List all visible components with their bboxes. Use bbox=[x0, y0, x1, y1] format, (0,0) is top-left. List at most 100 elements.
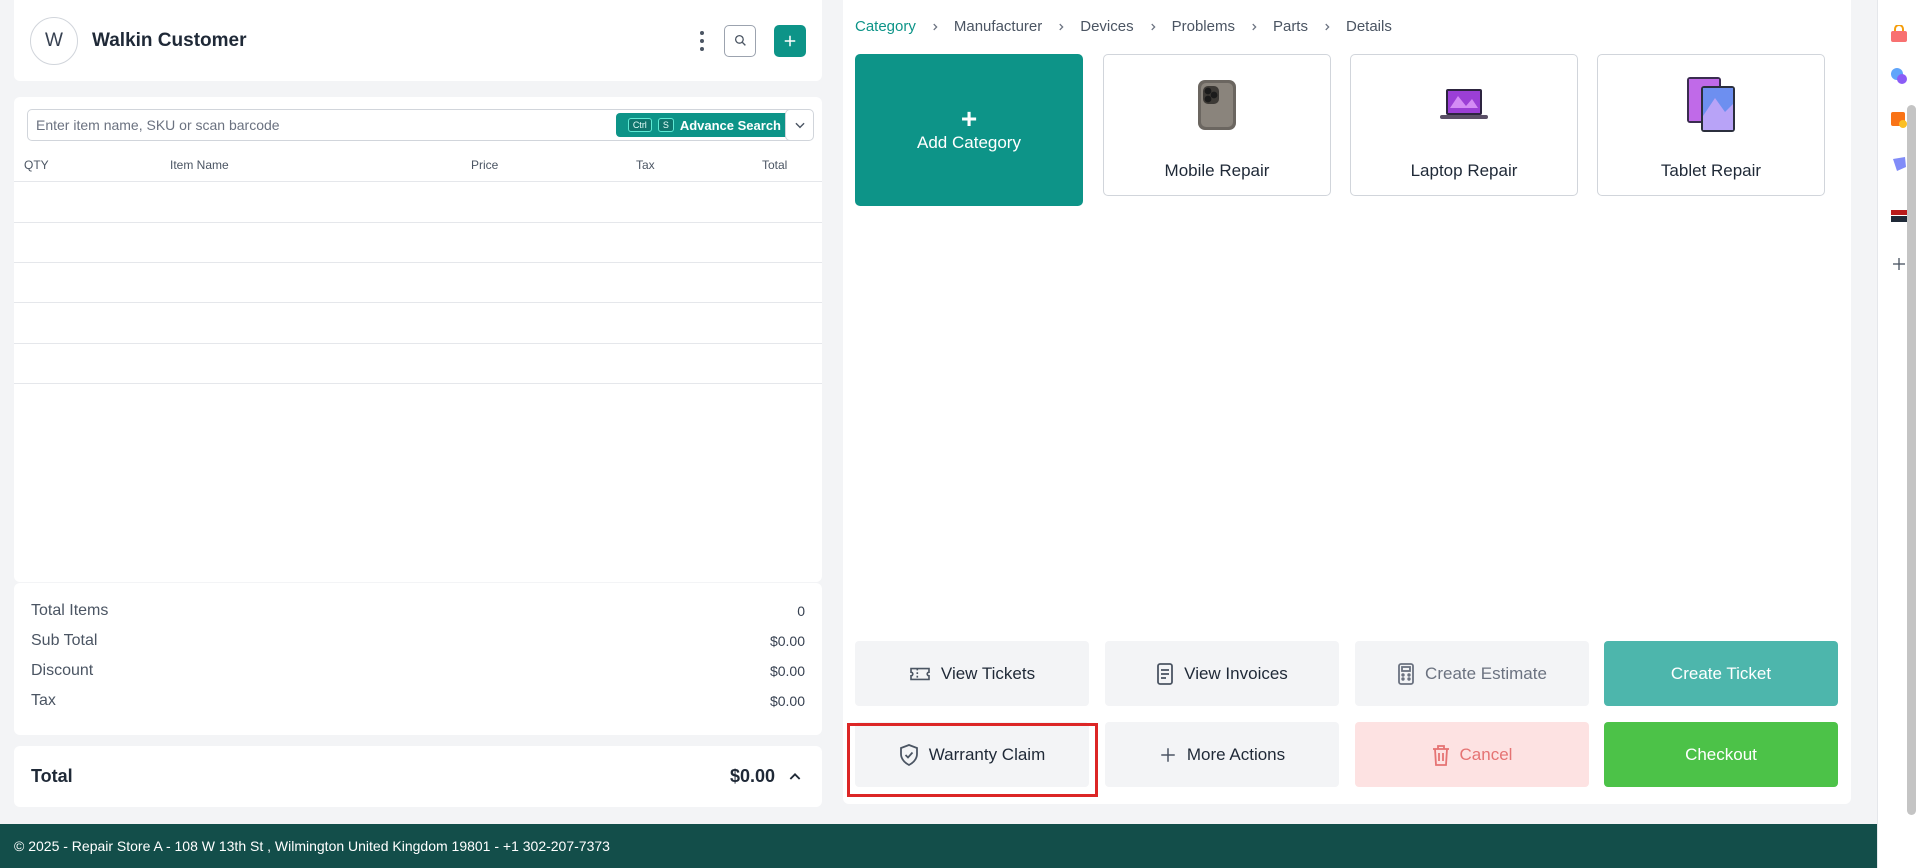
view-invoices-label: View Invoices bbox=[1184, 663, 1288, 683]
cancel-button[interactable]: Cancel bbox=[1355, 722, 1589, 787]
avatar[interactable]: W bbox=[30, 16, 78, 65]
kbd-s: S bbox=[657, 118, 674, 132]
breadcrumb-devices[interactable]: Devices bbox=[1080, 18, 1133, 35]
grand-total-label: Total bbox=[31, 766, 73, 786]
breadcrumb-manufacturer[interactable]: Manufacturer bbox=[954, 18, 1042, 35]
chevron-right-icon bbox=[1322, 22, 1332, 32]
grand-total-value: $0.00 bbox=[729, 766, 775, 786]
tax-row: Tax $0.00 bbox=[31, 691, 805, 711]
tax-label: Tax bbox=[31, 692, 56, 709]
breadcrumb: Category Manufacturer Devices Problems P… bbox=[855, 18, 1392, 35]
cart-table-header: QTY Item Name Price Tax Total bbox=[14, 149, 822, 182]
col-tax: Tax bbox=[636, 158, 655, 172]
tile-label-mobile-repair: Mobile Repair bbox=[1164, 161, 1270, 180]
col-total: Total bbox=[762, 158, 788, 172]
more-actions-label: More Actions bbox=[1186, 744, 1286, 764]
focus-highlight bbox=[847, 723, 1098, 797]
breadcrumb-category[interactable]: Category bbox=[855, 18, 916, 35]
item-search-bar: Ctrl S Advance Search bbox=[27, 109, 796, 141]
grand-total-bar[interactable]: Total $0.00 bbox=[14, 746, 822, 807]
ticket-icon bbox=[910, 667, 930, 680]
plus-icon bbox=[1161, 747, 1175, 762]
cart-items-card: Ctrl S Advance Search QTY Item Name Pric… bbox=[14, 97, 822, 582]
discount-label: Discount bbox=[31, 662, 94, 679]
office-icon[interactable] bbox=[1889, 110, 1909, 130]
table-row bbox=[14, 383, 822, 384]
advance-search-label: Advance Search bbox=[679, 117, 781, 133]
more-actions-button[interactable]: More Actions bbox=[1105, 722, 1339, 787]
discount-row: Discount $0.00 bbox=[31, 661, 805, 681]
cancel-label: Cancel bbox=[1459, 744, 1513, 764]
add-sidebar-icon[interactable] bbox=[1889, 254, 1909, 274]
wallet-icon[interactable] bbox=[1889, 206, 1909, 226]
invoice-icon bbox=[1157, 662, 1174, 685]
add-customer-button[interactable] bbox=[774, 24, 806, 57]
create-estimate-label: Create Estimate bbox=[1425, 663, 1547, 683]
discount-value: $0.00 bbox=[769, 663, 805, 679]
scrollbar-thumb[interactable] bbox=[1907, 105, 1916, 815]
chat-icon[interactable] bbox=[1889, 66, 1909, 86]
browser-side-strip bbox=[1877, 0, 1918, 868]
table-row bbox=[14, 302, 822, 303]
chevron-right-icon bbox=[1249, 22, 1259, 32]
trash-icon bbox=[1432, 744, 1449, 766]
chevron-down-icon bbox=[794, 122, 805, 129]
customer-card: W Walkin Customer bbox=[14, 0, 822, 81]
breadcrumb-details[interactable]: Details bbox=[1346, 18, 1392, 35]
table-row bbox=[14, 222, 822, 223]
item-search-input[interactable] bbox=[28, 110, 616, 140]
search-icon bbox=[734, 34, 746, 46]
category-tile-mobile-repair[interactable]: Mobile Repair bbox=[1103, 54, 1331, 196]
checkout-label: Checkout bbox=[1685, 744, 1757, 764]
chevron-right-icon bbox=[930, 22, 940, 32]
create-ticket-label: Create Ticket bbox=[1670, 663, 1772, 683]
advance-search-button[interactable]: Ctrl S Advance Search bbox=[615, 113, 791, 137]
add-category-plus: + bbox=[960, 103, 978, 134]
tax-value: $0.00 bbox=[769, 693, 805, 709]
more-options-icon[interactable] bbox=[698, 30, 706, 51]
add-category-label: Add Category bbox=[917, 133, 1021, 152]
totals-card: Total Items 0 Sub Total $0.00 Discount $… bbox=[14, 583, 822, 735]
subtotal-row: Sub Total $0.00 bbox=[31, 631, 805, 651]
customer-actions bbox=[698, 24, 806, 57]
calculator-icon bbox=[1398, 662, 1414, 685]
chevron-right-icon bbox=[1056, 22, 1066, 32]
category-tile-tablet-repair[interactable]: Tablet Repair bbox=[1597, 54, 1825, 196]
footer-text: © 2025 - Repair Store A - 108 W 13th St … bbox=[14, 838, 610, 854]
phone-icon bbox=[1196, 79, 1238, 131]
create-ticket-button[interactable]: Create Ticket bbox=[1604, 641, 1838, 706]
chevron-right-icon bbox=[1148, 22, 1158, 32]
checkout-button[interactable]: Checkout bbox=[1604, 722, 1838, 787]
search-dropdown-button[interactable] bbox=[785, 109, 814, 141]
table-row bbox=[14, 262, 822, 263]
breadcrumb-problems[interactable]: Problems bbox=[1172, 18, 1235, 35]
tile-label-laptop-repair: Laptop Repair bbox=[1410, 161, 1518, 180]
total-items-row: Total Items 0 bbox=[31, 601, 805, 621]
table-row bbox=[14, 343, 822, 344]
create-estimate-button[interactable]: Create Estimate bbox=[1355, 641, 1589, 706]
total-items-value: 0 bbox=[797, 603, 805, 619]
col-item-name: Item Name bbox=[170, 158, 229, 172]
total-items-label: Total Items bbox=[31, 602, 109, 619]
kbd-ctrl: Ctrl bbox=[627, 118, 652, 132]
plus-icon bbox=[784, 35, 796, 46]
view-tickets-button[interactable]: View Tickets bbox=[855, 641, 1089, 706]
laptop-icon bbox=[1440, 79, 1488, 131]
view-invoices-button[interactable]: View Invoices bbox=[1105, 641, 1339, 706]
col-qty: QTY bbox=[24, 158, 49, 172]
shopping-icon[interactable] bbox=[1889, 24, 1909, 44]
col-price: Price bbox=[471, 158, 499, 172]
subtotal-label: Sub Total bbox=[31, 632, 98, 649]
gem-icon[interactable] bbox=[1889, 154, 1909, 174]
footer: © 2025 - Repair Store A - 108 W 13th St … bbox=[0, 824, 1877, 868]
tile-label-tablet-repair: Tablet Repair bbox=[1660, 161, 1762, 180]
customer-search-button[interactable] bbox=[724, 24, 756, 57]
category-tile-laptop-repair[interactable]: Laptop Repair bbox=[1350, 54, 1578, 196]
tablet-icon bbox=[1685, 77, 1737, 132]
breadcrumb-parts[interactable]: Parts bbox=[1273, 18, 1308, 35]
customer-name[interactable]: Walkin Customer bbox=[92, 30, 247, 52]
subtotal-value: $0.00 bbox=[769, 633, 805, 649]
add-category-tile[interactable]: + Add Category bbox=[855, 54, 1083, 206]
chevron-up-icon[interactable] bbox=[785, 767, 805, 787]
view-tickets-label: View Tickets bbox=[940, 663, 1036, 683]
